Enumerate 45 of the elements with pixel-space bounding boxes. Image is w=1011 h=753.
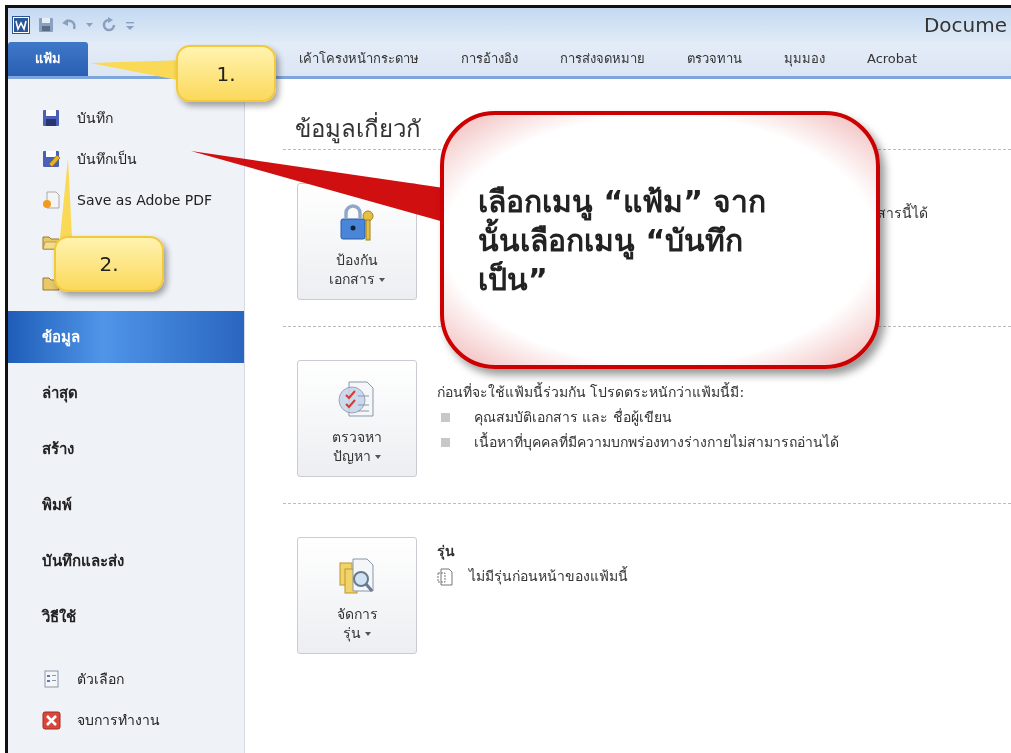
floppy-pencil-icon: [42, 150, 61, 169]
document-versions-icon: [437, 567, 453, 586]
close-icon: [42, 711, 61, 730]
caret-icon: [365, 632, 371, 637]
menu-page[interactable]: ล่าสุด: [8, 365, 244, 421]
caret-icon: [379, 278, 385, 283]
menu-page[interactable]: บันทึกและส่ง: [8, 533, 244, 589]
ribbon-tab[interactable]: Acrobat: [846, 42, 939, 76]
section-button[interactable]: จัดการ รุ่น: [297, 537, 417, 654]
menu-command[interactable]: จบการทำงาน: [8, 700, 244, 741]
menu-page[interactable]: ข้อมูล: [8, 311, 244, 363]
subsection-heading: รุ่น: [437, 542, 456, 562]
section-button[interactable]: ตรวจหา ปัญหา: [297, 360, 417, 477]
bullet-text: เนื้อหาที่บุคคลที่มีความบกพร่องทางร่างกายไม่สามารถอ่านได้: [474, 432, 839, 453]
description-text: สารนี้ได้: [877, 205, 928, 221]
save-icon[interactable]: [38, 17, 54, 33]
bullet-text: คุณสมบัติเอกสาร และ ชื่อผู้เขียน: [474, 407, 672, 428]
customize-toolbar-icon[interactable]: [125, 19, 135, 31]
ribbon-tab[interactable]: ตรวจทาน: [666, 42, 763, 76]
description-text: ก่อนที่จะใช้แฟ้มนี้ร่วมกัน โปรดตระหนักว่าแฟ้มนี้มี:: [437, 382, 746, 402]
menu-page[interactable]: สร้าง: [8, 421, 244, 477]
callout: 1.: [176, 45, 276, 102]
caret-icon[interactable]: [86, 22, 93, 28]
undo-icon[interactable]: [62, 18, 78, 32]
document-badge-icon: [42, 191, 61, 210]
ribbon-tab[interactable]: การอ้างอิง: [440, 42, 539, 76]
menu-command[interactable]: ตัวเลือก: [8, 659, 244, 700]
menu-command[interactable]: Save as Adobe PDF: [8, 180, 244, 221]
window-title: Docume: [923, 13, 1007, 37]
word-logo-icon: [12, 16, 30, 34]
redo-icon[interactable]: [101, 17, 117, 33]
description-text: ไม่มีรุ่นก่อนหน้าของแฟ้มนี้: [469, 566, 628, 587]
options-document-icon: [42, 670, 61, 689]
ribbon-tab[interactable]: การส่งจดหมาย: [539, 42, 666, 76]
ribbon-tab[interactable]: แฟ้ม: [8, 42, 88, 76]
menu-page[interactable]: วิธีใช้: [8, 589, 244, 645]
ribbon-tab[interactable]: มุมมอง: [763, 42, 846, 76]
menu-page[interactable]: พิมพ์: [8, 477, 244, 533]
bullet-icon: [441, 413, 450, 422]
ribbon-tab[interactable]: เค้าโครงหน้ากระดาษ: [278, 42, 440, 76]
lock-key-icon: [337, 203, 377, 244]
callout: เลือกเมนู “แฟ้ม” จากนั้นเลือกเมนู “บันทึกเป็น”: [440, 111, 880, 369]
bullet-icon: [441, 438, 450, 447]
caret-icon: [375, 455, 381, 460]
callout: 2.: [54, 236, 164, 292]
